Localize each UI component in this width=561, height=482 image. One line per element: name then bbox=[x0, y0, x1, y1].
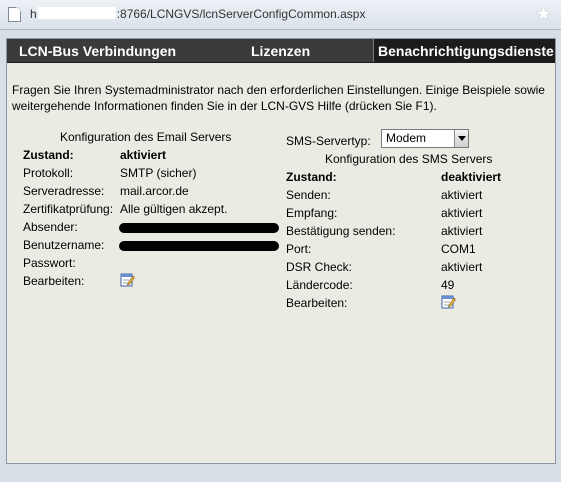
sms-label-bearbeiten: Bearbeiten: bbox=[286, 296, 348, 310]
chevron-down-icon[interactable] bbox=[454, 130, 468, 147]
sms-value-zustand: deaktiviert bbox=[441, 170, 502, 184]
tab-benachrichtigungsdienste[interactable]: Benachrichtigungsdienste bbox=[373, 39, 555, 62]
sms-value-empfang: aktiviert bbox=[441, 206, 483, 220]
sms-label-empfang: Empfang: bbox=[286, 206, 338, 220]
config-window: LCN-Bus Verbindungen Lizenzen Benachrich… bbox=[6, 38, 556, 464]
url-field[interactable]: h :8766/LCNGVS/lcnServerConfigCommon.aspx bbox=[30, 7, 365, 21]
url-redaction bbox=[37, 7, 116, 19]
sms-label-dsr-check: DSR Check: bbox=[286, 260, 353, 274]
page-icon bbox=[8, 7, 21, 22]
tab-lizenzen[interactable]: Lizenzen bbox=[251, 39, 310, 62]
sms-section-title: Konfiguration des SMS Servers bbox=[325, 152, 493, 166]
star-icon[interactable]: ★ bbox=[535, 3, 552, 25]
email-label-passwort: Passwort: bbox=[23, 256, 76, 270]
sms-servertype-label: SMS-Servertyp: bbox=[286, 134, 371, 148]
sms-value-laendercode: 49 bbox=[441, 278, 455, 292]
email-label-absender: Absender: bbox=[23, 220, 78, 234]
email-value-protokoll: SMTP (sicher) bbox=[120, 166, 197, 180]
email-value-serveradresse: mail.arcor.de bbox=[120, 184, 189, 198]
sms-label-laendercode: Ländercode: bbox=[286, 278, 353, 292]
sms-value-dsr-check: aktiviert bbox=[441, 260, 483, 274]
sms-label-bestaetigung: Bestätigung senden: bbox=[286, 224, 396, 238]
url-prefix: h bbox=[30, 7, 37, 21]
address-bar[interactable]: h :8766/LCNGVS/lcnServerConfigCommon.aspx… bbox=[0, 0, 561, 30]
email-label-serveradresse: Serveradresse: bbox=[23, 184, 105, 198]
url-suffix: :8766/LCNGVS/lcnServerConfigCommon.aspx bbox=[116, 7, 366, 21]
email-value-zustand: aktiviert bbox=[120, 148, 167, 162]
email-edit-icon[interactable] bbox=[120, 272, 135, 287]
email-label-zustand: Zustand: bbox=[23, 148, 74, 162]
sms-value-bestaetigung: aktiviert bbox=[441, 224, 483, 238]
tab-bar: LCN-Bus Verbindungen Lizenzen Benachrich… bbox=[7, 39, 555, 63]
sms-label-senden: Senden: bbox=[286, 188, 331, 202]
sms-servertype-select[interactable]: Modem bbox=[381, 129, 469, 148]
tab-lcn-bus-verbindungen[interactable]: LCN-Bus Verbindungen bbox=[19, 39, 176, 62]
sms-value-port: COM1 bbox=[441, 242, 476, 256]
email-label-zertifikatpruefung: Zertifikatprüfung: bbox=[23, 202, 114, 216]
email-label-benutzername: Benutzername: bbox=[23, 238, 105, 252]
benutzername-redaction bbox=[119, 241, 279, 251]
email-label-bearbeiten: Bearbeiten: bbox=[23, 274, 85, 288]
sms-edit-icon[interactable] bbox=[441, 294, 456, 309]
email-label-protokoll: Protokoll: bbox=[23, 166, 74, 180]
intro-text: Fragen Sie Ihren Systemadministrator nac… bbox=[12, 83, 545, 113]
sms-value-senden: aktiviert bbox=[441, 188, 483, 202]
sms-servertype-value: Modem bbox=[386, 131, 427, 145]
sms-label-zustand: Zustand: bbox=[286, 170, 337, 184]
tab-content: Fragen Sie Ihren Systemadministrator nac… bbox=[7, 63, 555, 463]
sms-label-port: Port: bbox=[286, 242, 312, 256]
email-section-title: Konfiguration des Email Servers bbox=[60, 130, 232, 144]
email-value-zertifikatpruefung: Alle gültigen akzept. bbox=[120, 202, 228, 216]
absender-redaction bbox=[119, 223, 279, 233]
